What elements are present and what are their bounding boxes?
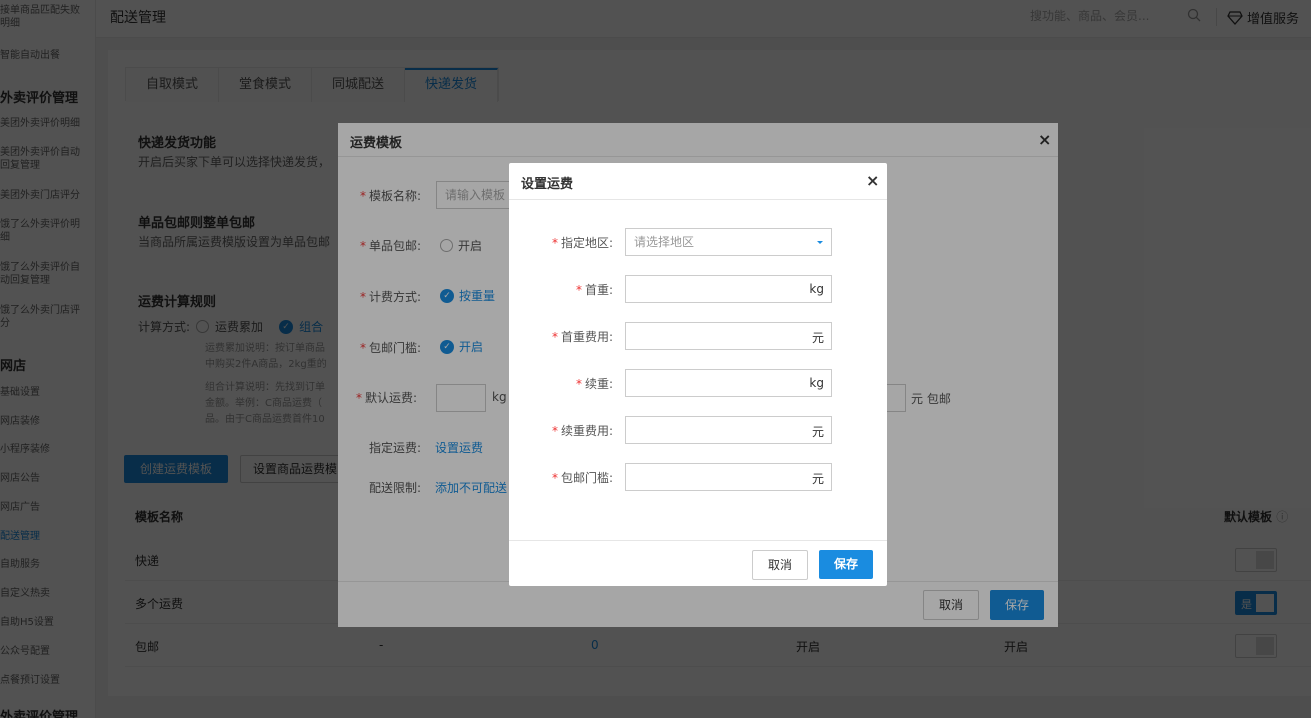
free-threshold-label: * 包邮门槛:: [551, 471, 613, 485]
extra-weight-input[interactable]: kg: [625, 369, 832, 397]
modal-title: 设置运费: [521, 177, 574, 192]
free-threshold-input[interactable]: 元: [625, 463, 832, 491]
save-button[interactable]: 保存: [819, 550, 873, 579]
modal-footer: 取消 保存: [509, 540, 887, 586]
chevron-down-icon: [817, 241, 823, 244]
unit-label: 元: [811, 425, 824, 439]
first-weight-input[interactable]: kg: [625, 275, 832, 303]
first-weight-fee-label: * 首重费用:: [551, 330, 613, 344]
region-select-placeholder: 请选择地区: [634, 235, 695, 249]
unit-label: kg: [809, 376, 824, 390]
extra-weight-fee-label-text: 续重费用:: [560, 424, 613, 438]
first-weight-label: * 首重:: [575, 283, 613, 297]
extra-weight-label: * 续重:: [575, 377, 613, 391]
extra-weight-fee-input[interactable]: 元: [625, 416, 832, 444]
first-weight-fee-label-text: 首重费用:: [560, 330, 613, 344]
unit-label: kg: [809, 282, 824, 296]
region-label-text: 指定地区:: [560, 236, 613, 250]
region-select[interactable]: 请选择地区: [625, 228, 832, 256]
first-weight-label-text: 首重:: [584, 283, 613, 297]
region-label: * 指定地区:: [551, 236, 613, 250]
modal-header: 设置运费 ×: [509, 163, 887, 200]
free-threshold-label-text: 包邮门槛:: [560, 471, 613, 485]
set-shipping-fee-modal: 设置运费 × * 指定地区: 请选择地区 * 首重: kg * 首重费用: 元 * 续重…: [509, 163, 887, 586]
close-icon[interactable]: ×: [866, 171, 879, 190]
cancel-button[interactable]: 取消: [752, 550, 808, 580]
first-weight-fee-input[interactable]: 元: [625, 322, 832, 350]
unit-label: 元: [811, 472, 824, 486]
unit-label: 元: [811, 331, 824, 345]
extra-weight-label-text: 续重:: [584, 377, 613, 391]
extra-weight-fee-label: * 续重费用:: [551, 424, 613, 438]
